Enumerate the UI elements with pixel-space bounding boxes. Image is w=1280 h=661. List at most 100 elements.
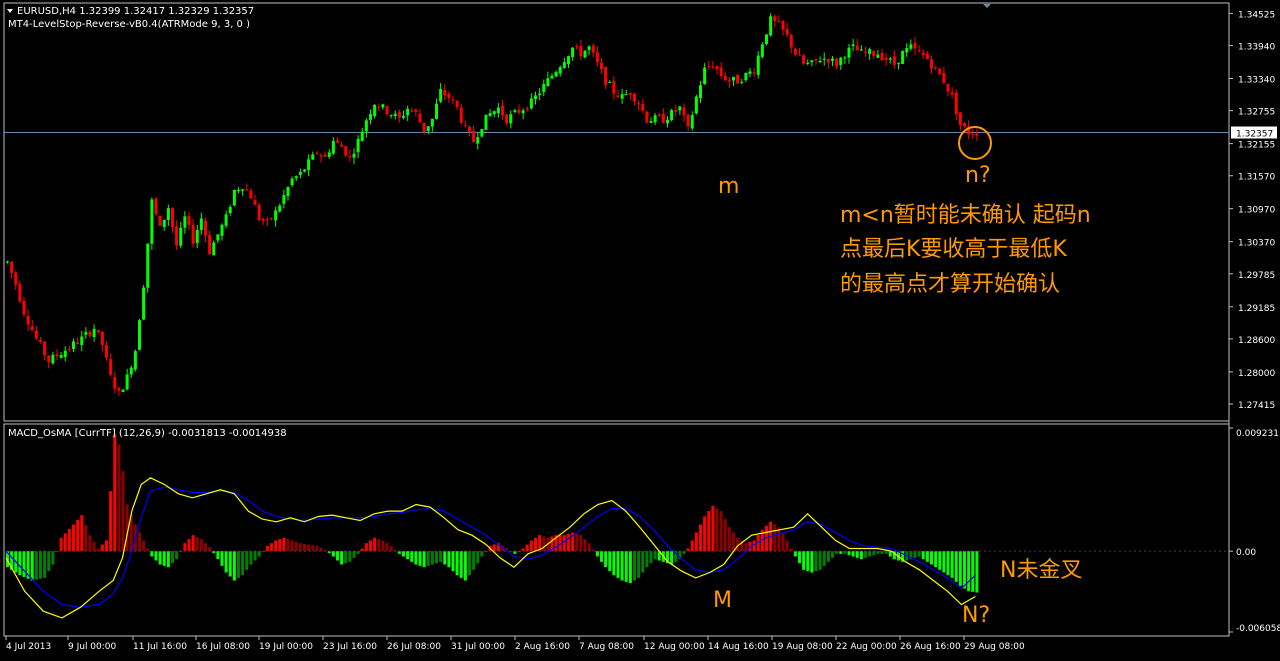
candle-body	[888, 58, 892, 60]
macd-histogram-bar	[245, 551, 249, 570]
candle-body	[653, 115, 657, 123]
macd-histogram-bar	[587, 543, 591, 552]
macd-histogram-bar	[76, 519, 80, 552]
candle-body	[117, 387, 121, 391]
macd-histogram-bar	[864, 551, 867, 558]
candle-body	[245, 189, 249, 191]
macd-histogram-bar	[402, 551, 405, 557]
candle-body	[645, 111, 649, 123]
candle-body	[96, 329, 100, 333]
candle-body	[864, 51, 867, 53]
candle-body	[171, 208, 174, 227]
macd-histogram-bar	[694, 532, 698, 552]
time-tick-label: 7 Aug 08:00	[579, 642, 634, 652]
time-tick-label: 9 Jul 00:00	[68, 642, 117, 652]
candle-body	[22, 300, 26, 315]
candle-body	[212, 242, 216, 256]
candle-body	[517, 109, 521, 113]
candle-body	[859, 49, 863, 51]
macd-tick-label: 0.009231	[1236, 429, 1279, 439]
macd-histogram-bar	[331, 551, 335, 557]
candle-body	[18, 284, 22, 302]
macd-histogram-bar	[781, 533, 785, 552]
candle-body	[694, 96, 698, 114]
candle-body	[670, 109, 674, 121]
macd-histogram-bar	[265, 545, 269, 552]
chart-canvas[interactable]: 1.34525 1.33940 1.33340 1.32755 1.32155 1.315…	[0, 0, 1280, 657]
macd-histogram-bar	[810, 551, 814, 573]
candle-body	[179, 227, 183, 246]
candle-body	[241, 189, 245, 191]
candle-body	[26, 315, 30, 325]
price-tick-label: 1.33340	[1238, 76, 1275, 86]
macd-histogram-bar	[150, 551, 154, 557]
candle-body	[719, 67, 723, 77]
candle-body	[410, 110, 414, 112]
candle-body	[6, 261, 9, 263]
macd-histogram-bar	[575, 533, 579, 552]
macd-histogram-bar	[39, 551, 42, 579]
candle-body	[930, 59, 933, 69]
macd-histogram-bar	[847, 551, 851, 556]
candle-body	[208, 234, 212, 255]
candle-body	[265, 219, 269, 221]
candle-body	[39, 339, 42, 342]
macd-histogram-bar	[950, 551, 954, 578]
candle-body	[290, 178, 294, 186]
candle-body	[950, 92, 954, 95]
macd-histogram-bar	[826, 551, 830, 562]
time-tick-label: 26 Jul 08:00	[387, 642, 441, 652]
candle-body	[558, 67, 562, 74]
candle-body	[125, 374, 129, 390]
candle-body	[418, 113, 422, 123]
macd-histogram-bar	[653, 551, 657, 560]
chart-window[interactable]: 1.34525 1.33940 1.33340 1.32755 1.32155 1.315…	[0, 0, 1280, 657]
candle-body	[818, 60, 822, 63]
candle-body	[608, 81, 612, 83]
macd-histogram-bar	[802, 551, 806, 570]
candle-body	[195, 229, 199, 244]
price-tick-label: 1.32755	[1238, 108, 1275, 118]
macd-histogram-bar	[562, 535, 566, 552]
candle-body	[447, 93, 451, 98]
macd-title: MACD_OsMA [CurrTF] (12,26,9) -0.0031813 …	[8, 428, 287, 439]
candle-body	[534, 95, 537, 100]
macd-histogram-bar	[117, 444, 121, 552]
candle-body	[901, 51, 905, 64]
macd-histogram-bar	[967, 551, 971, 592]
candle-body	[261, 218, 265, 221]
candle-body	[509, 114, 513, 124]
candle-body	[88, 331, 92, 336]
candle-body	[344, 146, 348, 156]
candle-body	[554, 71, 558, 77]
candle-body	[327, 152, 331, 157]
macd-histogram-bar	[191, 535, 195, 552]
macd-histogram-bar	[641, 551, 645, 573]
macd-tick-label: 0.00	[1236, 548, 1256, 558]
candle-body	[237, 190, 240, 192]
candle-body	[727, 80, 731, 82]
macd-histogram-bar	[917, 551, 921, 557]
candle-body	[542, 84, 546, 93]
macd-histogram-bar	[360, 548, 364, 552]
candle-body	[109, 359, 113, 375]
macd-histogram-bar	[752, 540, 756, 552]
candle-body	[146, 243, 150, 288]
candle-body	[550, 75, 554, 79]
macd-histogram-bar	[806, 551, 810, 572]
macd-histogram-bar	[166, 551, 170, 568]
macd-histogram-bar	[971, 551, 975, 592]
candle-body	[624, 94, 628, 96]
candle-body	[880, 52, 884, 60]
candle-body	[686, 114, 690, 127]
macd-histogram-bar	[525, 544, 529, 552]
candle-body	[303, 169, 306, 172]
candle-body	[30, 326, 34, 331]
macd-histogram-bar	[818, 551, 822, 570]
macd-histogram-bar	[645, 551, 649, 568]
candle-body	[298, 171, 302, 175]
candle-body	[451, 99, 455, 101]
macd-histogram-bar	[670, 551, 674, 565]
candle-body	[538, 93, 542, 96]
macd-histogram-bar	[868, 551, 872, 557]
